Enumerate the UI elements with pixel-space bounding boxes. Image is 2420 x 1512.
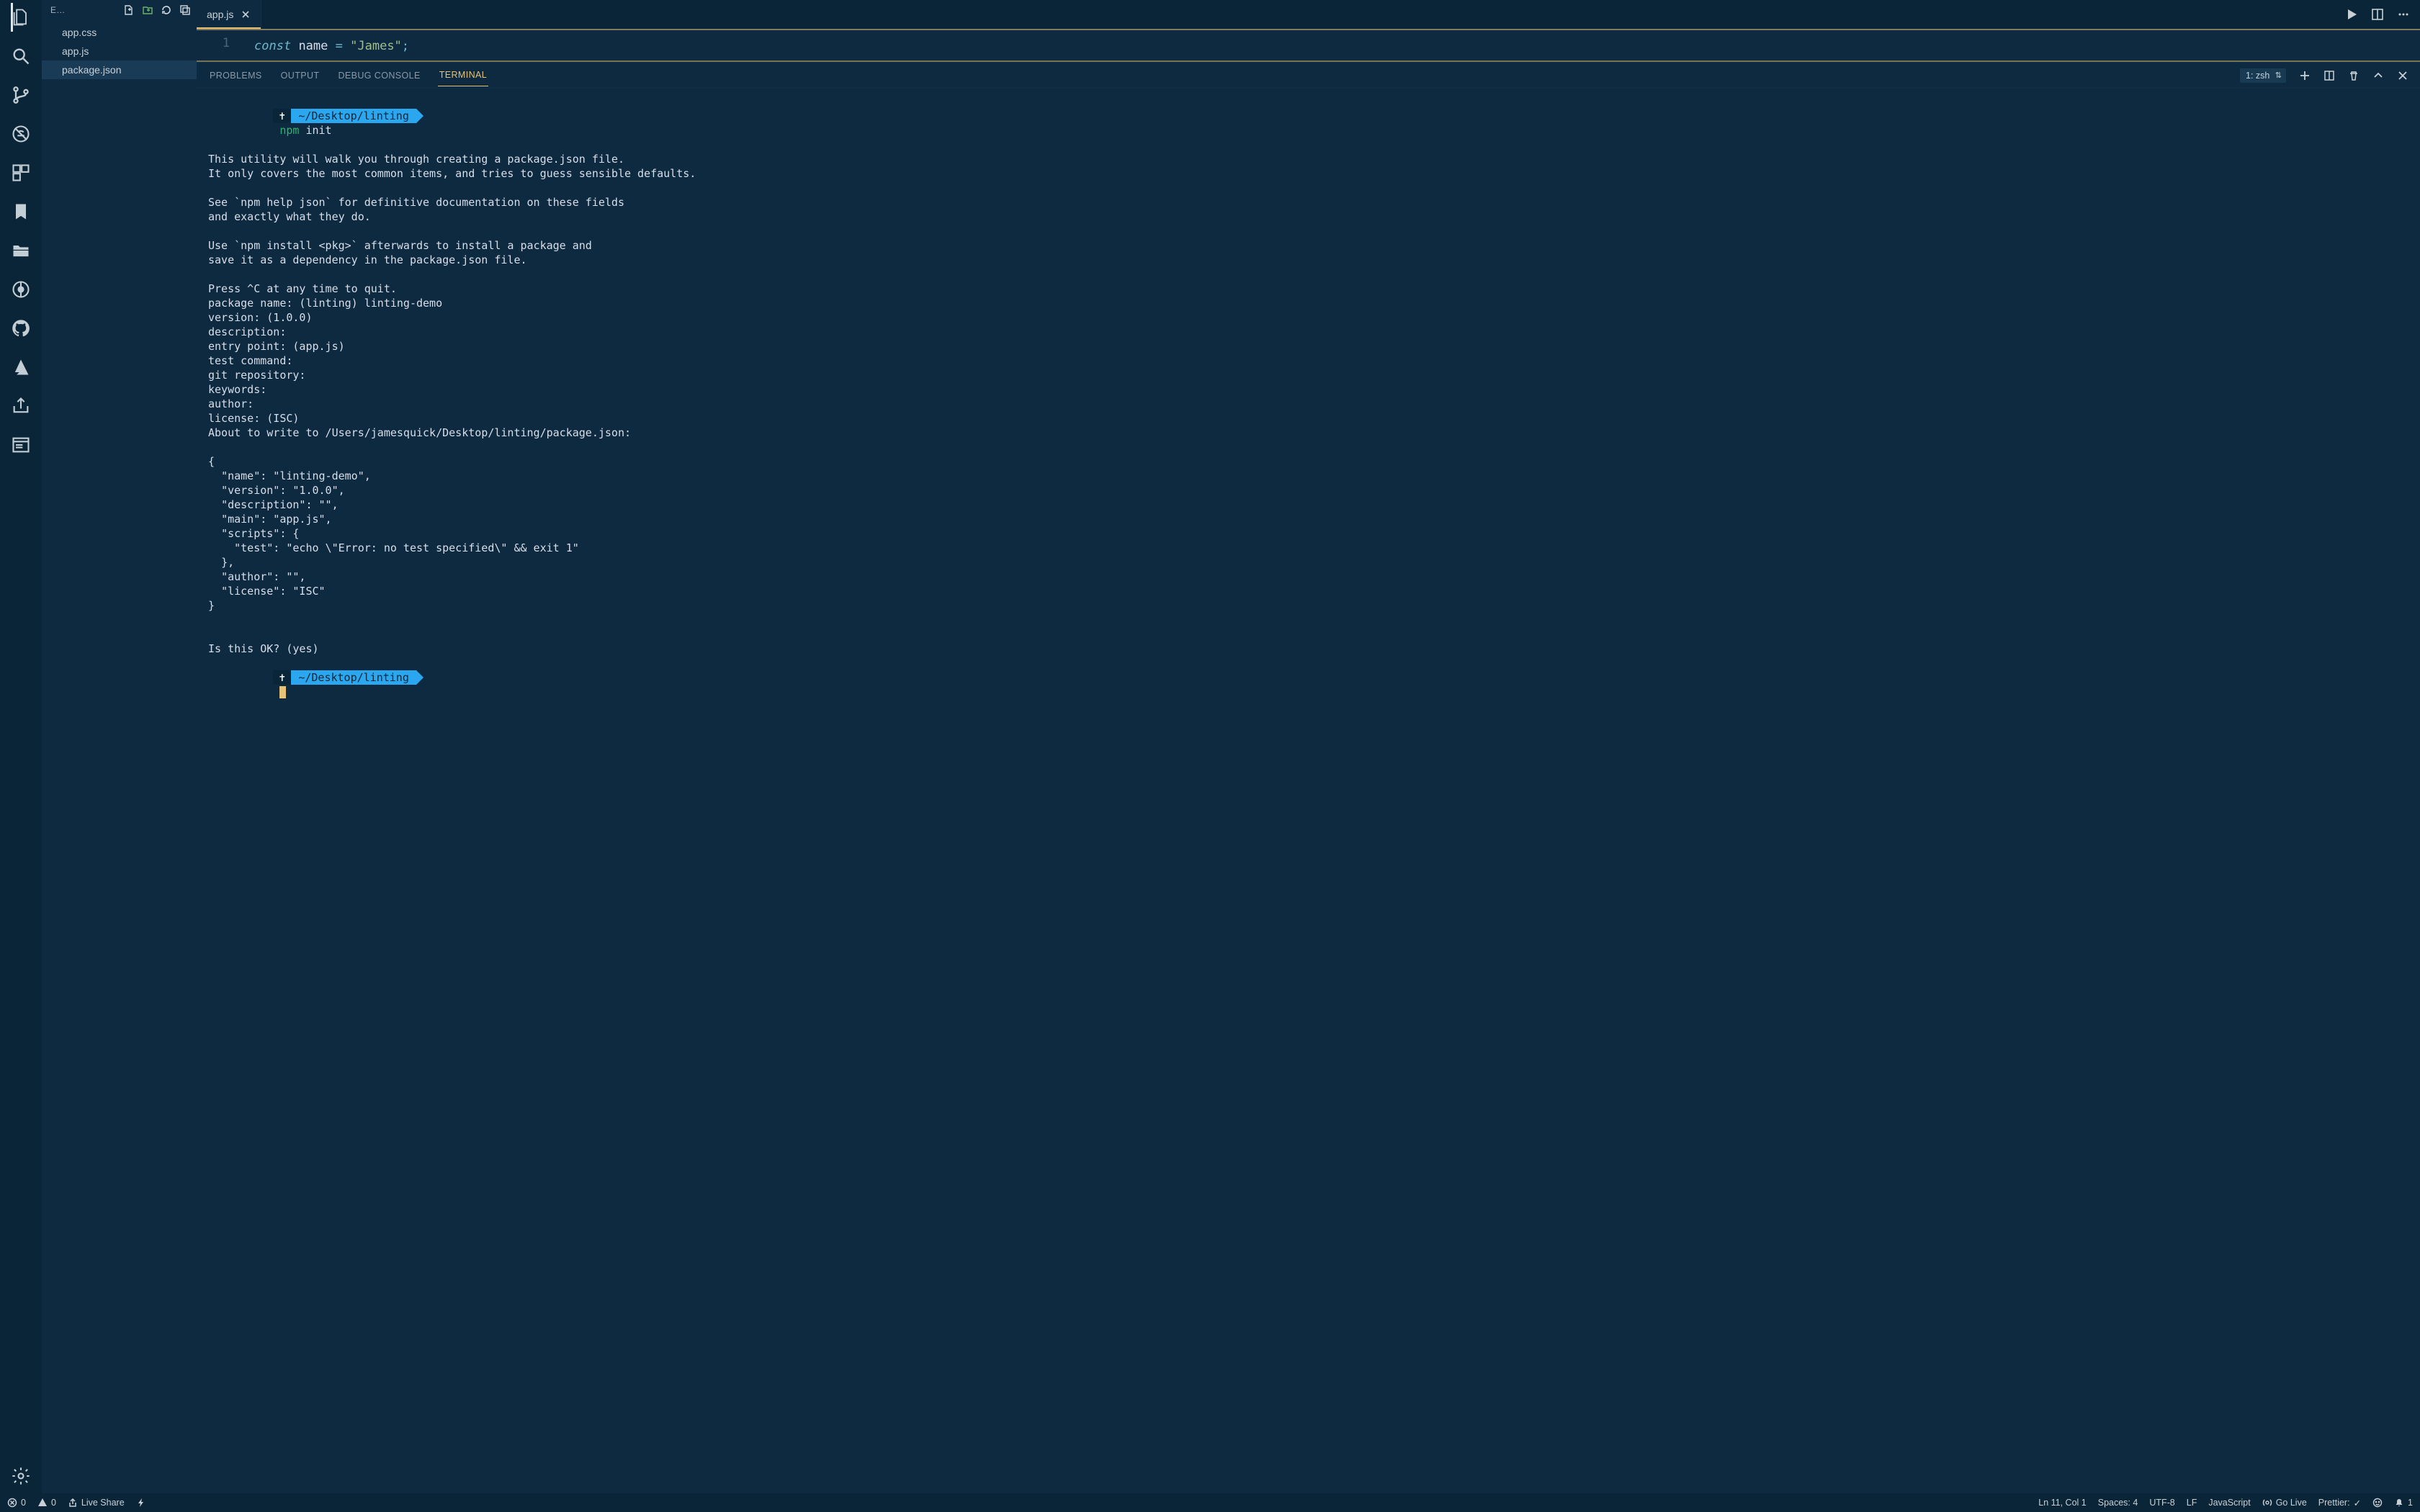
- no-bug-icon: [11, 124, 31, 144]
- more-icon[interactable]: [2397, 8, 2410, 21]
- new-folder-icon[interactable]: [142, 4, 153, 16]
- panel-tab-terminal[interactable]: TERMINAL: [438, 64, 488, 86]
- panel-tab-debug-console[interactable]: DEBUG CONSOLE: [336, 65, 421, 86]
- activity-bar: [0, 0, 42, 1493]
- terminal-selector[interactable]: 1: zsh: [2240, 68, 2286, 83]
- new-terminal-icon[interactable]: [2299, 70, 2311, 81]
- explorer-file-list: app.cssapp.jspackage.json: [42, 20, 197, 79]
- new-file-icon[interactable]: [123, 4, 135, 16]
- panel-tab-output[interactable]: OUTPUT: [279, 65, 321, 86]
- terminal-command-bin: npm: [279, 124, 299, 137]
- status-errors[interactable]: 0: [7, 1498, 26, 1508]
- kill-terminal-icon[interactable]: [2348, 70, 2360, 81]
- activity-search[interactable]: [11, 46, 31, 66]
- browser-icon: [11, 435, 31, 455]
- collapse-all-icon[interactable]: [179, 4, 191, 16]
- smiley-icon: [2372, 1498, 2383, 1508]
- refresh-icon[interactable]: [161, 4, 172, 16]
- run-icon[interactable]: [2345, 8, 2358, 21]
- warning-icon: [37, 1498, 48, 1508]
- close-icon[interactable]: [241, 9, 251, 19]
- share-icon: [11, 396, 31, 416]
- activity-scm[interactable]: [11, 85, 31, 105]
- close-panel-icon[interactable]: [2397, 70, 2408, 81]
- line-number: 1: [197, 36, 240, 50]
- error-icon: [7, 1498, 17, 1508]
- explorer-sidebar: E… app.cssapp.jspackage.json: [42, 0, 197, 1493]
- gitlens-icon: [11, 279, 31, 300]
- activity-explorer[interactable]: [11, 7, 31, 27]
- file-item[interactable]: package.json: [42, 60, 197, 79]
- status-prettier[interactable]: Prettier: ✓: [2318, 1498, 2361, 1508]
- explorer-header: E…: [42, 0, 197, 20]
- bottom-panel: PROBLEMS OUTPUT DEBUG CONSOLE TERMINAL 1: z…: [197, 62, 2420, 1493]
- status-cursor-pos[interactable]: Ln 11, Col 1: [2038, 1498, 2086, 1508]
- bookmark-icon: [11, 202, 31, 222]
- file-item[interactable]: app.js: [42, 42, 197, 60]
- activity-azure[interactable]: [11, 357, 31, 377]
- maximize-panel-icon[interactable]: [2372, 70, 2384, 81]
- tab-app-js[interactable]: app.js: [197, 0, 261, 29]
- split-editor-icon[interactable]: [2371, 8, 2384, 21]
- terminal-prompt: ✝ ~/Desktop/linting: [273, 109, 424, 123]
- terminal-cursor: [279, 686, 286, 698]
- panel-tab-problems[interactable]: PROBLEMS: [208, 65, 264, 86]
- azure-icon: [11, 357, 31, 377]
- tab-label: app.js: [207, 9, 233, 20]
- activity-project[interactable]: [11, 240, 31, 261]
- status-language[interactable]: JavaScript: [2208, 1498, 2250, 1508]
- extensions-icon: [11, 163, 31, 183]
- github-icon: [11, 318, 31, 338]
- activity-settings[interactable]: [11, 1466, 31, 1486]
- split-terminal-icon[interactable]: [2323, 70, 2335, 81]
- activity-liveshare[interactable]: [11, 396, 31, 416]
- status-warnings[interactable]: 0: [37, 1498, 56, 1508]
- lightning-icon: [136, 1498, 146, 1508]
- terminal-command-args: init: [305, 124, 331, 137]
- check-icon: ✓: [2354, 1498, 2361, 1508]
- activity-debug[interactable]: [11, 124, 31, 144]
- search-icon: [11, 46, 31, 66]
- explorer-title: E…: [50, 5, 66, 15]
- folder-icon: [11, 240, 31, 261]
- branch-icon: [11, 85, 31, 105]
- file-item[interactable]: app.css: [42, 23, 197, 42]
- panel-tabs: PROBLEMS OUTPUT DEBUG CONSOLE TERMINAL 1: z…: [197, 63, 2420, 89]
- terminal[interactable]: ✝ ~/Desktop/linting npm init This utilit…: [197, 89, 2420, 1493]
- status-eol[interactable]: LF: [2187, 1498, 2197, 1508]
- status-encoding[interactable]: UTF-8: [2149, 1498, 2174, 1508]
- status-feedback[interactable]: [2372, 1498, 2383, 1508]
- broadcast-icon: [2262, 1498, 2272, 1508]
- status-bar: 0 0 Live Share Ln 11, Col 1 Spaces: 4 UT…: [0, 1493, 2420, 1512]
- liveshare-icon: [68, 1498, 78, 1508]
- code-editor[interactable]: 1 const name = "James";: [197, 30, 2420, 60]
- editor-tabs: app.js: [197, 0, 2420, 29]
- bell-icon: [2394, 1498, 2404, 1508]
- status-quick-action[interactable]: [136, 1498, 146, 1508]
- activity-bookmarks[interactable]: [11, 202, 31, 222]
- activity-browser-preview[interactable]: [11, 435, 31, 455]
- gear-icon: [11, 1466, 31, 1486]
- activity-github[interactable]: [11, 318, 31, 338]
- status-liveshare[interactable]: Live Share: [68, 1498, 125, 1508]
- status-notifications[interactable]: 1: [2394, 1498, 2413, 1508]
- terminal-output: This utility will walk you through creat…: [208, 152, 2408, 656]
- terminal-prompt: ✝ ~/Desktop/linting: [273, 670, 424, 685]
- status-golive[interactable]: Go Live: [2262, 1498, 2307, 1508]
- activity-extensions[interactable]: [11, 163, 31, 183]
- status-indent[interactable]: Spaces: 4: [2098, 1498, 2138, 1508]
- activity-gitlens[interactable]: [11, 279, 31, 300]
- code-line: const name = "James";: [197, 36, 2420, 56]
- files-icon: [11, 7, 31, 27]
